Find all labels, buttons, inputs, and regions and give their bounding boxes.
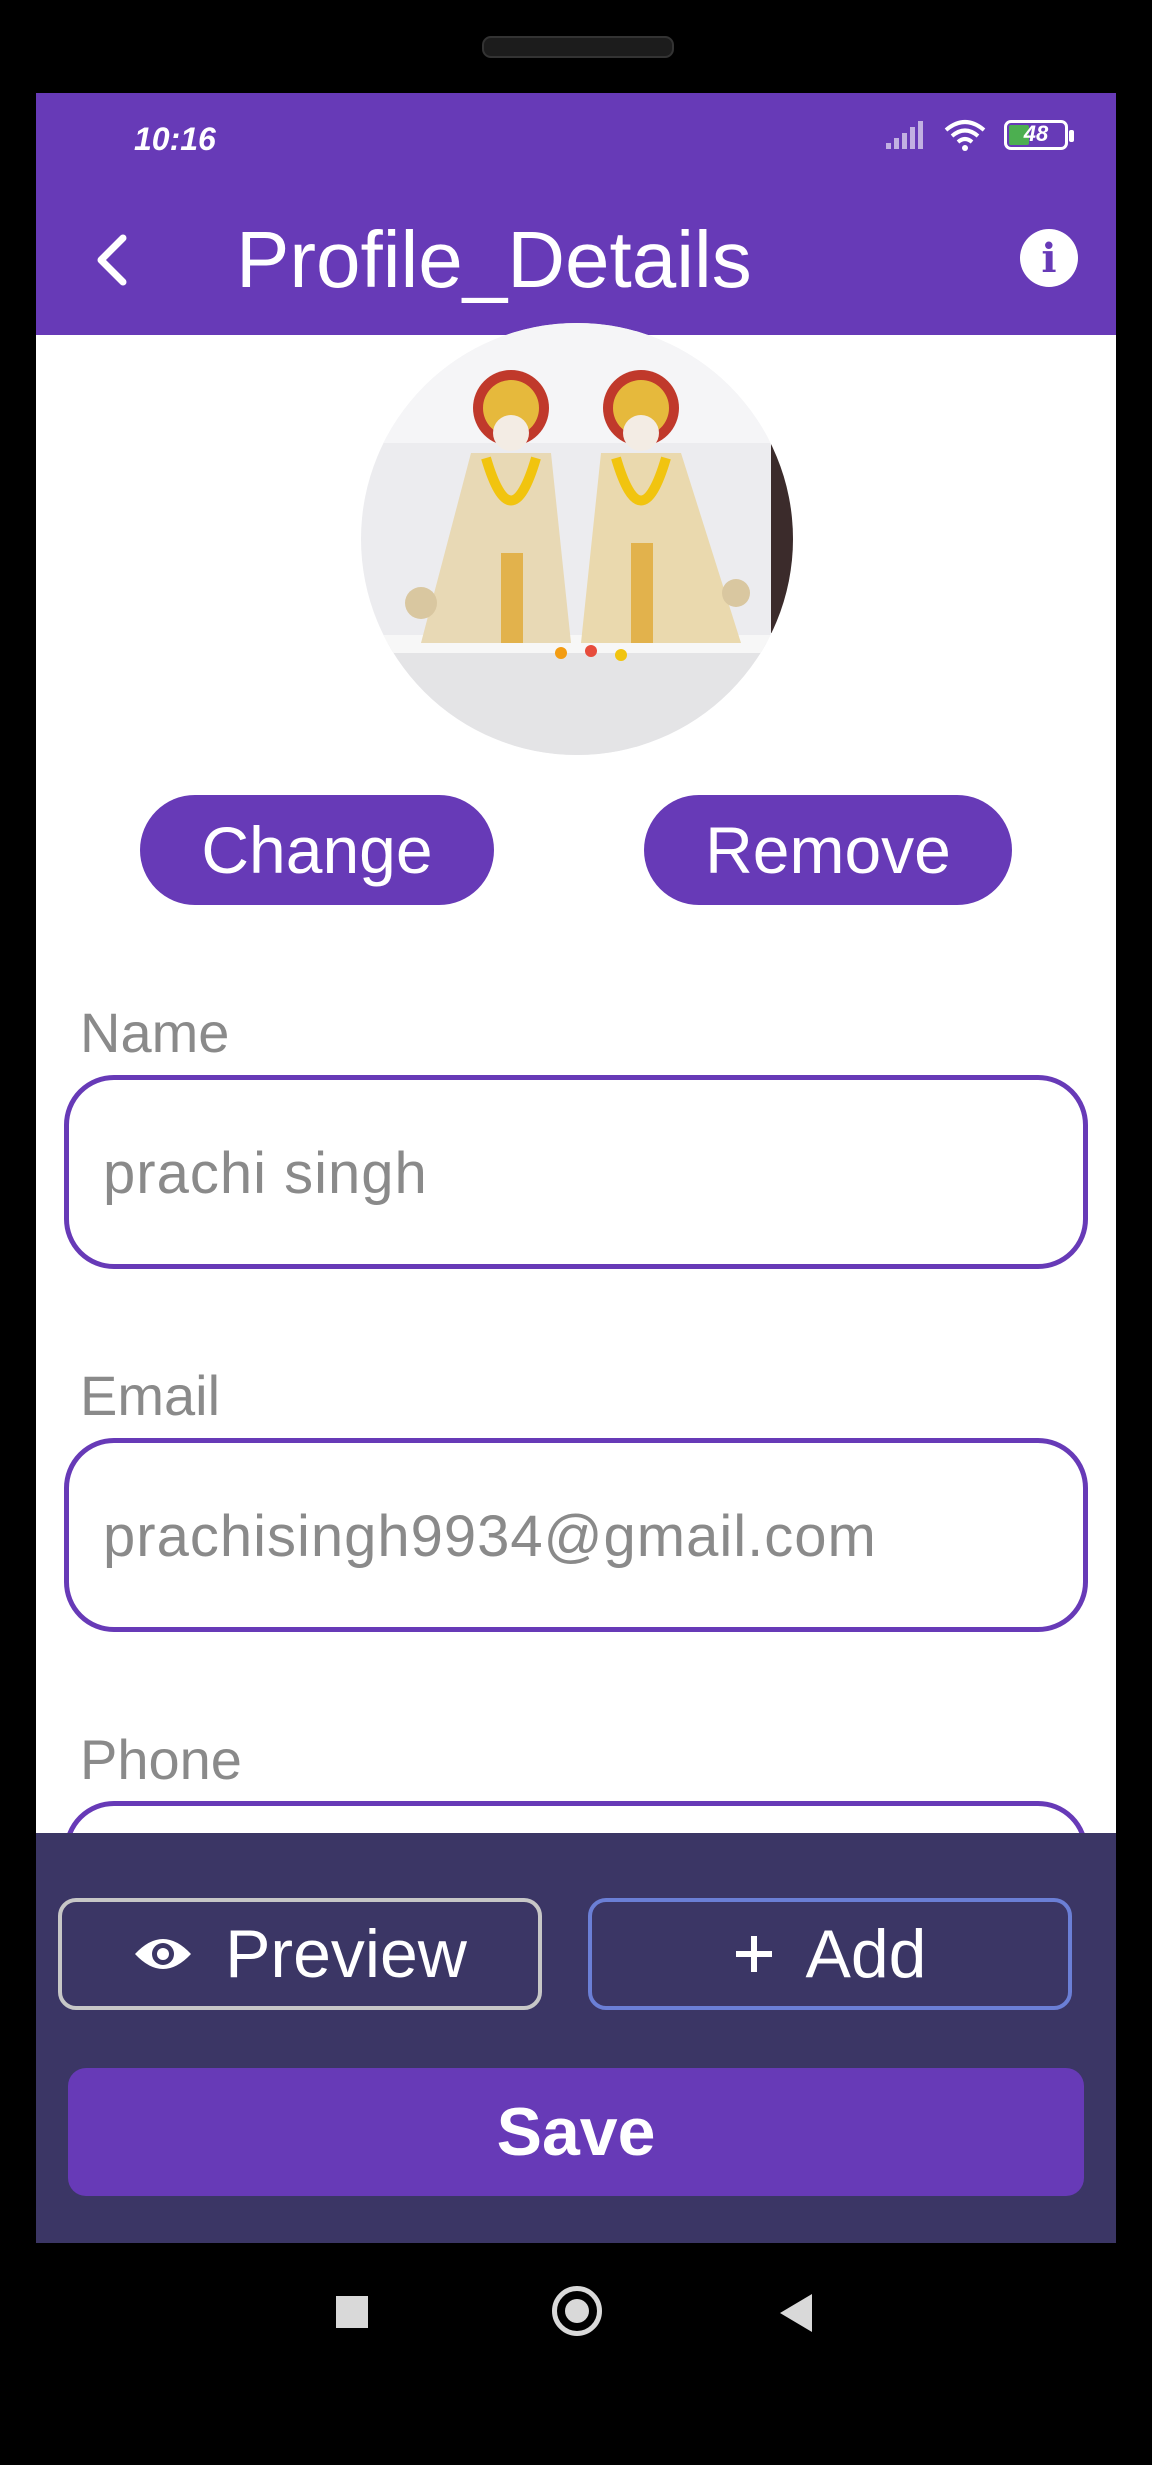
system-nav-bar xyxy=(0,2243,1152,2465)
name-field[interactable] xyxy=(64,1075,1088,1269)
save-button[interactable]: Save xyxy=(68,2068,1084,2196)
avatar-image xyxy=(361,323,793,755)
preview-button[interactable]: Preview xyxy=(58,1898,542,2010)
remove-photo-button[interactable]: Remove xyxy=(644,795,1012,905)
recents-button[interactable] xyxy=(336,2296,368,2328)
home-button[interactable] xyxy=(552,2286,602,2336)
app-bar: Profile_Details i xyxy=(36,185,1116,335)
phone-label: Phone xyxy=(80,1728,242,1791)
speaker-grille xyxy=(482,36,674,58)
add-button[interactable]: Add xyxy=(588,1898,1072,2010)
battery-icon: 48 xyxy=(1004,120,1074,150)
add-label: Add xyxy=(805,1916,927,1992)
system-back-button[interactable] xyxy=(780,2294,812,2332)
phone-bezel: 10:16 48 Profile_Details i Change Remove… xyxy=(0,0,1152,2465)
bottom-action-panel: Preview Add Save xyxy=(36,1833,1116,2243)
info-button[interactable]: i xyxy=(1020,229,1078,287)
status-time: 10:16 xyxy=(134,121,216,157)
email-input[interactable] xyxy=(101,1443,1045,1629)
name-label: Name xyxy=(80,1001,230,1064)
change-photo-button[interactable]: Change xyxy=(140,795,494,905)
plus-icon xyxy=(735,1936,772,1972)
status-bar: 10:16 48 xyxy=(36,93,1116,185)
back-button[interactable] xyxy=(76,225,146,295)
phone-screen: 10:16 48 Profile_Details i Change Remove… xyxy=(36,93,1116,2243)
info-icon: i xyxy=(1041,234,1057,282)
chevron-left-icon xyxy=(97,234,127,286)
email-field[interactable] xyxy=(64,1438,1088,1632)
email-label: Email xyxy=(80,1364,221,1427)
wifi-icon xyxy=(944,120,986,151)
name-input[interactable] xyxy=(101,1080,1045,1266)
status-icons: 48 xyxy=(886,119,1074,151)
battery-level: 48 xyxy=(1023,121,1049,146)
page-title: Profile_Details xyxy=(236,215,752,304)
signal-icon xyxy=(886,121,923,149)
eye-icon xyxy=(135,1939,192,1969)
preview-label: Preview xyxy=(225,1916,467,1992)
profile-avatar[interactable] xyxy=(361,323,793,755)
profile-content: Change Remove Name Email Phone xyxy=(36,323,1116,1995)
